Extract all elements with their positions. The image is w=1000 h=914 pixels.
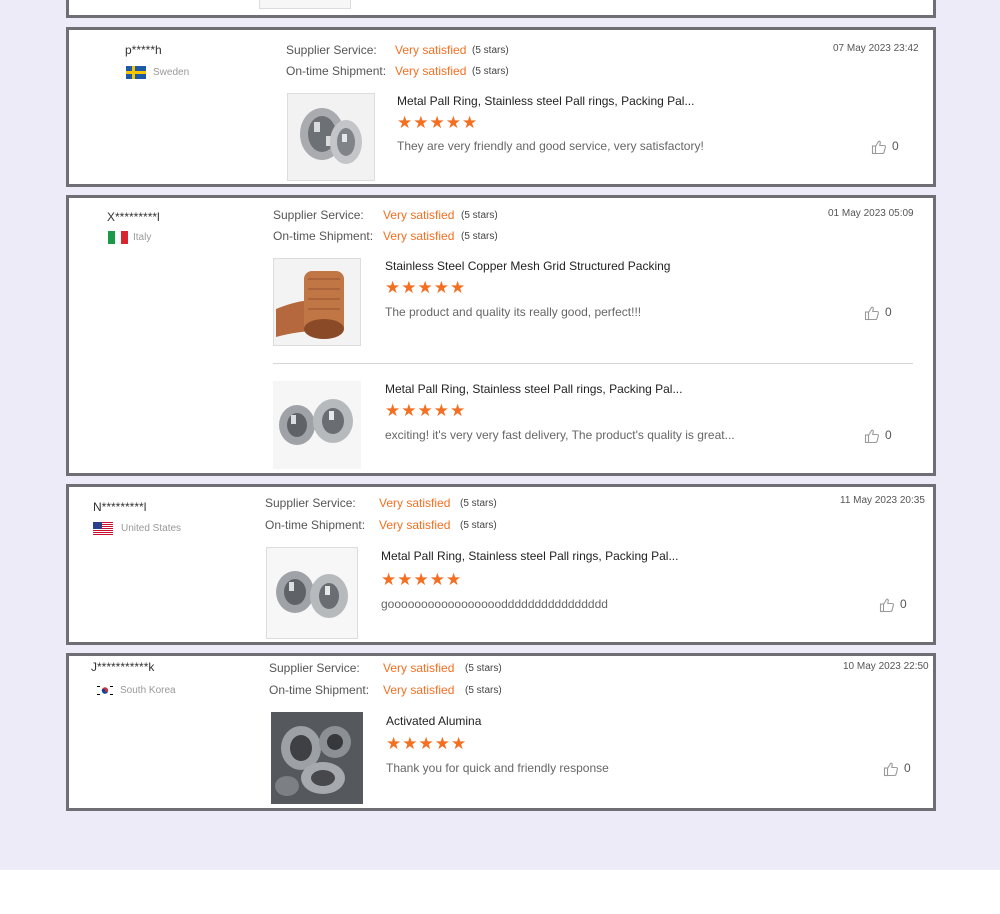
review-date: 01 May 2023 05:09: [828, 208, 914, 219]
supplier-service-rating: Very satisfied: [383, 661, 455, 675]
thumbs-up-icon[interactable]: [864, 305, 880, 321]
italy-flag-icon: [108, 231, 128, 244]
supplier-service-label: Supplier Service:: [273, 208, 364, 222]
product-image-pall-ring[interactable]: [287, 93, 375, 181]
ontime-shipment-rating: Very satisfied: [383, 683, 455, 697]
reviewer-name: J***********k: [91, 660, 155, 674]
ontime-shipment-rating: Very satisfied: [395, 64, 467, 78]
product-image-pall-ring[interactable]: [266, 547, 358, 639]
product-image-partial: [259, 0, 351, 9]
product-image-copper-mesh[interactable]: [273, 258, 361, 346]
review-card-partial: [66, 0, 936, 18]
review-card: J***********k South Korea Supplier Servi…: [66, 653, 936, 811]
review-text: They are very friendly and good service,…: [397, 139, 704, 153]
south-korea-flag-icon: [95, 684, 115, 697]
review-text: gooooooooooooooooodddddddddddddddd: [381, 597, 608, 611]
ontime-shipment-label: On-time Shipment:: [286, 64, 387, 78]
review-card: N*********l United States Supplier Servi…: [66, 484, 936, 645]
rating-stars: ★★★★★: [386, 734, 468, 753]
ontime-shipment-label: On-time Shipment:: [265, 518, 366, 532]
like-count: 0: [892, 139, 899, 153]
review-text: The product and quality its really good,…: [385, 305, 642, 319]
rating-stars: ★★★★★: [385, 278, 467, 297]
usa-flag-icon: [93, 522, 113, 535]
ontime-shipment-stars: (5 stars): [472, 66, 509, 77]
ontime-shipment-rating: Very satisfied: [383, 229, 455, 243]
like-count: 0: [900, 597, 907, 611]
reviewer-country: South Korea: [120, 685, 176, 696]
reviewer-name: X*********l: [107, 210, 160, 224]
supplier-service-label: Supplier Service:: [265, 496, 356, 510]
product-title[interactable]: Stainless Steel Copper Mesh Grid Structu…: [385, 259, 670, 273]
thumbs-up-icon[interactable]: [864, 428, 880, 444]
product-title[interactable]: Metal Pall Ring, Stainless steel Pall ri…: [381, 549, 678, 563]
thumbs-up-icon[interactable]: [879, 597, 895, 613]
like-count: 0: [885, 428, 892, 442]
reviewer-name: N*********l: [93, 500, 147, 514]
supplier-service-rating: Very satisfied: [383, 208, 455, 222]
review-card: p*****h Sweden Supplier Service: Very sa…: [66, 27, 936, 187]
supplier-service-stars: (5 stars): [465, 663, 502, 674]
thumbs-up-icon[interactable]: [883, 761, 899, 777]
review-text: exciting! it's very very fast delivery, …: [385, 428, 735, 442]
supplier-service-label: Supplier Service:: [269, 661, 360, 675]
review-card: X*********l Italy Supplier Service: Very…: [66, 195, 936, 476]
like-count: 0: [904, 761, 911, 775]
review-text: Thank you for quick and friendly respons…: [386, 761, 609, 775]
review-date: 10 May 2023 22:50: [843, 661, 929, 672]
product-image-pall-ring[interactable]: [273, 381, 361, 469]
thumbs-up-icon[interactable]: [871, 139, 887, 155]
rating-stars: ★★★★★: [397, 113, 479, 132]
rating-stars: ★★★★★: [385, 401, 467, 420]
sweden-flag-icon: [126, 66, 146, 79]
reviewer-country: Italy: [133, 232, 152, 243]
ontime-shipment-label: On-time Shipment:: [269, 683, 370, 697]
ontime-shipment-stars: (5 stars): [461, 231, 498, 242]
supplier-service-stars: (5 stars): [460, 498, 497, 509]
product-title[interactable]: Metal Pall Ring, Stainless steel Pall ri…: [397, 94, 694, 108]
ontime-shipment-rating: Very satisfied: [379, 518, 451, 532]
product-image-activated-alumina[interactable]: [271, 712, 363, 804]
product-title[interactable]: Activated Alumina: [386, 714, 481, 728]
product-title[interactable]: Metal Pall Ring, Stainless steel Pall ri…: [385, 382, 682, 396]
rating-stars: ★★★★★: [381, 570, 463, 589]
like-count: 0: [885, 305, 892, 319]
ontime-shipment-label: On-time Shipment:: [273, 229, 374, 243]
ontime-shipment-stars: (5 stars): [460, 520, 497, 531]
supplier-service-rating: Very satisfied: [379, 496, 451, 510]
supplier-service-stars: (5 stars): [461, 210, 498, 221]
reviewer-country: Sweden: [153, 67, 190, 78]
review-date: 11 May 2023 20:35: [840, 495, 925, 506]
reviewer-country: United States: [121, 523, 182, 534]
supplier-service-label: Supplier Service:: [286, 43, 377, 57]
supplier-service-stars: (5 stars): [472, 45, 509, 56]
supplier-service-rating: Very satisfied: [395, 43, 467, 57]
review-date: 07 May 2023 23:42: [833, 43, 919, 54]
reviewer-name: p*****h: [125, 43, 162, 57]
item-divider: [273, 363, 913, 364]
page-background: p*****h Sweden Supplier Service: Very sa…: [0, 0, 1000, 870]
ontime-shipment-stars: (5 stars): [465, 685, 502, 696]
